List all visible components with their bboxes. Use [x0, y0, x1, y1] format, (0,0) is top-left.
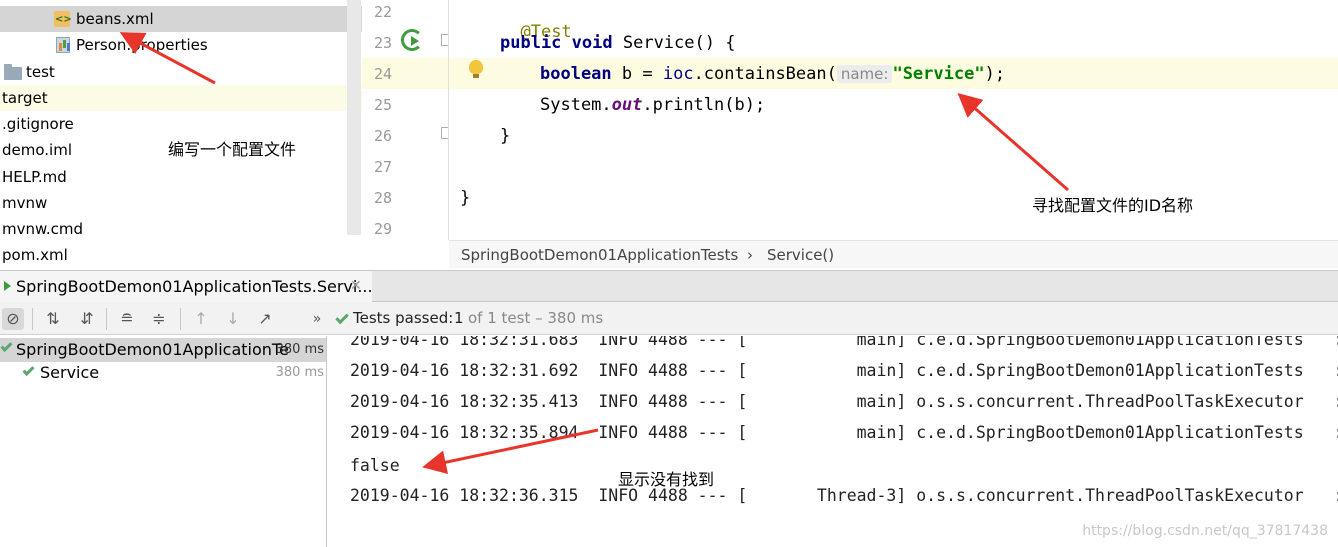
breadcrumb-class[interactable]: SpringBootDemon01ApplicationTests — [461, 241, 738, 269]
breadcrumb: SpringBootDemon01ApplicationTests › Serv… — [449, 240, 1338, 268]
status-count: 1 — [454, 309, 464, 327]
watermark: https://blog.csdn.net/qq_37817438 — [1082, 523, 1328, 539]
console-output[interactable]: 2019-04-16 18:32:31.683 INFO 4488 --- [ … — [328, 336, 1338, 547]
test-case-time: 380 ms — [275, 365, 324, 380]
toolbar-divider — [106, 308, 107, 330]
tree-item-test[interactable]: test — [0, 59, 362, 85]
line-number: 22 — [373, 3, 392, 21]
line-number: 24 — [373, 65, 392, 83]
code-line-25: System.out.println(b); — [540, 95, 766, 115]
test-suite-row[interactable]: SpringBootDemon01ApplicationTe 380 ms — [0, 338, 326, 362]
project-tree: beans.xml Person.properties test target … — [0, 0, 362, 268]
run-tab-title: SpringBootDemon01ApplicationTests.Servi.… — [16, 277, 373, 296]
toolbar-divider — [32, 308, 33, 330]
tree-item-beans-xml[interactable]: beans.xml — [0, 6, 362, 33]
tree-item-label: Person.properties — [76, 36, 208, 54]
tree-item-gitignore[interactable]: .gitignore — [0, 111, 362, 137]
code-line-26: } — [500, 126, 511, 146]
lightbulb-icon[interactable] — [469, 60, 483, 78]
line-number: 25 — [373, 96, 392, 114]
run-test-icon[interactable] — [401, 29, 423, 51]
sort-alphabetically-icon[interactable]: ⇅ — [42, 308, 64, 330]
tree-item-help-md[interactable]: HELP.md — [0, 164, 362, 190]
tree-scrollbar[interactable] — [347, 0, 361, 235]
run-toolbar: ⊘ ⇅ ⇵ ≘ ≑ ↑ ↓ ↗ » Tests passed: 1 of 1 t… — [0, 302, 1338, 335]
console-line: 2019-04-16 18:32:36.315 INFO 4488 --- [ … — [350, 486, 1338, 505]
tree-item-label: HELP.md — [2, 168, 67, 186]
run-tab-bar: SpringBootDemon01ApplicationTests.Servi.… — [0, 270, 1338, 302]
more-icon[interactable]: » — [306, 308, 328, 330]
test-case-label: Service — [40, 363, 100, 382]
line-number: 23 — [373, 34, 392, 52]
annotation-not-found: 显示没有找到 — [618, 470, 715, 489]
test-suite-label: SpringBootDemon01ApplicationTe — [16, 340, 289, 359]
properties-file-icon — [56, 37, 70, 53]
console-line: 2019-04-16 18:32:31.683 INFO 4488 --- [ … — [350, 336, 1338, 349]
code-line-24: boolean b = ioc.containsBean(name: "Servi… — [540, 64, 1006, 84]
tree-item-label: target — [2, 89, 48, 107]
run-config-tab[interactable]: SpringBootDemon01ApplicationTests.Servi.… — [0, 271, 373, 302]
test-suite-time: 380 ms — [275, 342, 324, 357]
passed-check-icon — [22, 363, 35, 377]
tree-item-mvnw-cmd[interactable]: mvnw.cmd — [0, 216, 362, 242]
status-suffix: of 1 test – 380 ms — [468, 309, 604, 327]
console-line: false — [350, 456, 400, 475]
line-number: 27 — [373, 158, 392, 176]
tree-item-label: beans.xml — [76, 10, 154, 28]
sort-by-duration-icon[interactable]: ⇵ — [76, 308, 98, 330]
tree-item-label: mvnw.cmd — [2, 220, 84, 238]
line-number: 28 — [373, 189, 392, 207]
breadcrumb-method[interactable]: Service() — [767, 241, 834, 269]
tests-passed-check-icon — [335, 310, 349, 325]
status-prefix: Tests passed: — [353, 309, 454, 327]
stop-icon[interactable]: ⊘ — [2, 308, 24, 330]
tree-item-label: test — [26, 63, 55, 81]
console-line: 2019-04-16 18:32:31.692 INFO 4488 --- [ … — [350, 361, 1338, 380]
expand-all-icon[interactable]: ≘ — [116, 308, 138, 330]
test-case-row[interactable]: Service 380 ms — [0, 362, 326, 386]
parameter-hint: name: — [836, 65, 893, 83]
annotation-write-config: 编写一个配置文件 — [168, 140, 297, 159]
next-failed-icon[interactable]: ↓ — [222, 308, 244, 330]
console-line: 2019-04-16 18:32:35.413 INFO 4488 --- [ … — [350, 392, 1338, 411]
tree-item-label: pom.xml — [2, 246, 68, 264]
run-tab-icon — [4, 281, 11, 291]
tree-item-pom-xml[interactable]: pom.xml — [0, 242, 362, 268]
line-number: 26 — [373, 127, 392, 145]
passed-check-icon — [0, 339, 13, 353]
tree-item-target[interactable]: target — [0, 85, 362, 111]
breadcrumb-separator: › — [747, 246, 753, 264]
code-line-28: } — [460, 188, 471, 208]
previous-failed-icon[interactable]: ↑ — [190, 308, 212, 330]
toolbar-divider — [180, 308, 181, 330]
xml-file-icon — [54, 7, 72, 33]
close-icon[interactable]: ✕ — [350, 271, 362, 302]
console-line: 2019-04-16 18:32:35.894 INFO 4488 --- [ … — [350, 423, 1338, 442]
export-icon[interactable]: ↗ — [254, 308, 276, 330]
tree-item-label: demo.iml — [2, 141, 72, 159]
annotation-find-id: 寻找配置文件的ID名称 — [1032, 196, 1194, 215]
tree-item-label: .gitignore — [2, 115, 74, 133]
tree-item-mvnw[interactable]: mvnw — [0, 190, 362, 216]
test-results-tree: SpringBootDemon01ApplicationTe 380 ms Se… — [0, 336, 327, 547]
folder-icon — [4, 64, 22, 80]
collapse-all-icon[interactable]: ≑ — [148, 308, 170, 330]
tree-item-person-properties[interactable]: Person.properties — [0, 32, 362, 58]
line-number: 29 — [373, 220, 392, 238]
tree-item-label: mvnw — [2, 194, 48, 212]
code-line-23: public void Service() { — [500, 33, 736, 53]
